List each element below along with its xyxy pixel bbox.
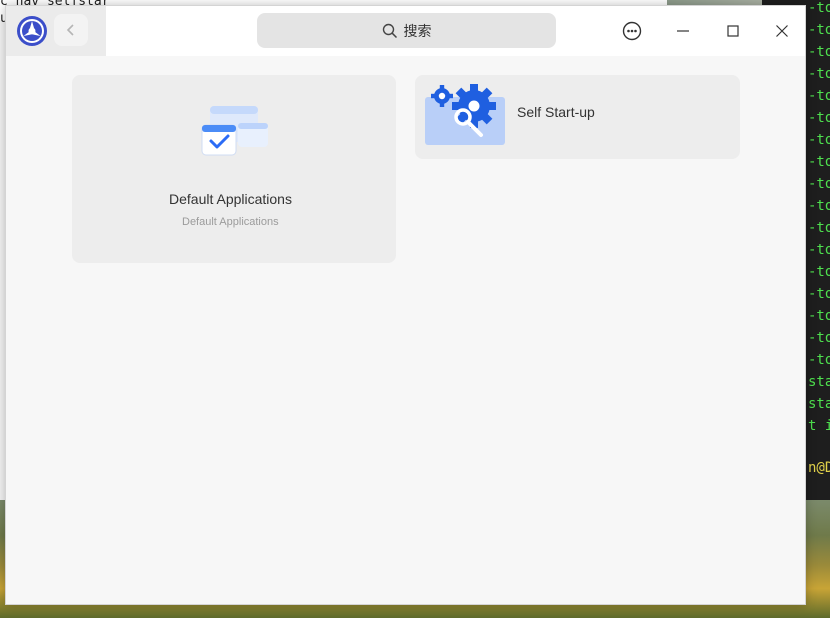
card-title: Default Applications (169, 191, 292, 207)
terminal-line: -to (808, 264, 830, 280)
terminal-line: sta (808, 374, 830, 390)
terminal-line: -to (808, 330, 830, 346)
back-button[interactable] (54, 14, 88, 46)
terminal-line: -to (808, 66, 830, 82)
terminal-line: -to (808, 352, 830, 368)
default-apps-icon (201, 106, 268, 156)
titlebar: 搜索 (6, 6, 805, 56)
control-center-window: 搜索 Default Applications Default Applicat… (5, 5, 806, 605)
terminal-line: -to (808, 176, 830, 192)
search-icon (382, 23, 397, 38)
terminal-line: -to (808, 132, 830, 148)
terminal-line: -to (808, 242, 830, 258)
default-applications-card[interactable]: Default Applications Default Application… (72, 75, 396, 263)
chevron-left-icon (66, 24, 74, 36)
minimize-button[interactable] (668, 16, 698, 46)
terminal-line: -to (808, 308, 830, 324)
terminal-line: -to (808, 220, 830, 236)
maximize-icon (727, 25, 739, 37)
self-startup-card[interactable]: Self Start-up (415, 75, 740, 159)
maximize-button[interactable] (718, 16, 748, 46)
terminal-line: -to (808, 88, 830, 104)
menu-button[interactable] (617, 16, 647, 46)
terminal-prompt: n@D (808, 460, 830, 476)
terminal-line: -to (808, 286, 830, 302)
terminal-line: -to (808, 22, 830, 38)
card-subtitle: Default Applications (182, 216, 279, 228)
app-logo-icon (17, 16, 47, 46)
terminal-line: t i (808, 418, 830, 434)
card-title: Self Start-up (517, 104, 595, 120)
more-icon (622, 21, 642, 41)
titlebar-nav-area (6, 6, 106, 56)
terminal-line: sta (808, 396, 830, 412)
self-startup-icon (425, 84, 505, 145)
terminal-line: -to (808, 110, 830, 126)
search-input[interactable]: 搜索 (257, 13, 556, 48)
close-icon (776, 25, 788, 37)
terminal-line: -to (808, 198, 830, 214)
close-button[interactable] (767, 16, 797, 46)
terminal-line: -to (808, 0, 830, 16)
terminal-line: -to (808, 44, 830, 60)
terminal-line: -to (808, 154, 830, 170)
minimize-icon (677, 30, 689, 32)
search-placeholder: 搜索 (403, 22, 432, 39)
